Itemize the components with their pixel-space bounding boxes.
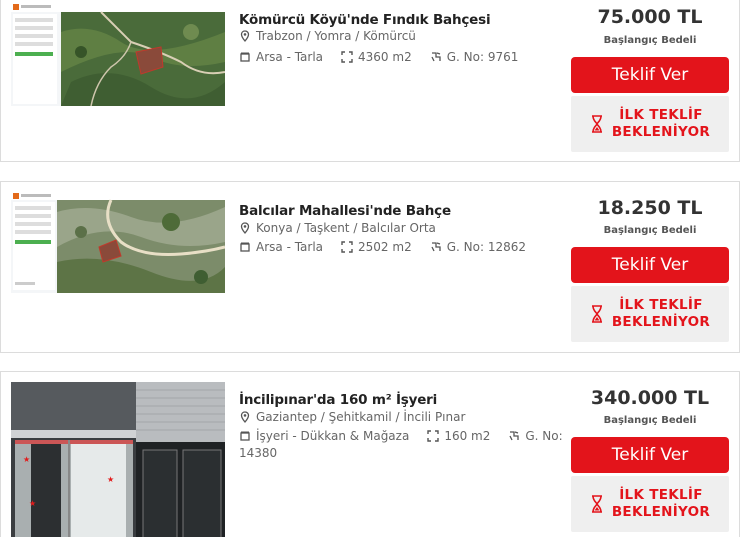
status-line-2: BEKLENİYOR — [611, 504, 711, 520]
status-text: İLK TEKLİF BEKLENİYOR — [612, 487, 710, 521]
listing-details: Arsa - Tarla 4360 m2 G. No: 9761 — [239, 50, 518, 64]
hourglass-icon — [591, 495, 602, 513]
building-icon — [240, 242, 250, 252]
status-line-2: BEKLENİYOR — [611, 314, 711, 330]
bid-button[interactable]: Teklif Ver — [571, 57, 729, 93]
listing-area: 160 m2 — [444, 429, 491, 443]
listing-title[interactable]: Balcılar Mahallesi'nde Bahçe — [239, 203, 451, 219]
status-line-2: BEKLENİYOR — [611, 124, 711, 140]
listing-price: 18.250 TL — [597, 197, 703, 219]
listing-title[interactable]: İncilipınar'da 160 m² İşyeri — [239, 392, 437, 408]
listing-type: Arsa - Tarla — [256, 240, 324, 254]
listing-location-text: Gaziantep / Şehitkamil / İncili Pınar — [256, 410, 466, 424]
listing-parcel-number-value: 14380 — [239, 446, 278, 460]
parcel-icon — [509, 431, 520, 441]
listing-details: İşyeri - Dükkan & Mağaza 160 m2 G. No: — [239, 429, 563, 443]
status-text: İLK TEKLİF BEKLENİYOR — [612, 297, 710, 331]
satellite-map-image — [11, 2, 225, 106]
listing-type: İşyeri - Dükkan & Mağaza — [256, 429, 410, 443]
status-text: İLK TEKLİF BEKLENİYOR — [612, 107, 710, 141]
map-pin-icon — [240, 30, 250, 42]
listing-location: Trabzon / Yomra / Kömürcü — [239, 29, 416, 43]
svg-text:★: ★ — [23, 455, 30, 464]
listing-location-text: Trabzon / Yomra / Kömürcü — [256, 29, 416, 43]
listing-card[interactable]: ★ ★ ★ İncilipınar'da 160 m² İşyeri Gazia… — [0, 371, 740, 537]
bid-button[interactable]: Teklif Ver — [571, 437, 729, 473]
map-pin-icon — [240, 411, 250, 423]
listing-thumbnail-map[interactable] — [11, 2, 225, 106]
status-line-1: İLK TEKLİF — [619, 107, 703, 123]
status-box: İLK TEKLİF BEKLENİYOR — [571, 96, 729, 152]
listing-price-label: Başlangıç Bedeli — [603, 225, 697, 236]
area-icon — [341, 51, 353, 63]
svg-text:★: ★ — [29, 499, 36, 508]
listing-card[interactable]: Kömürcü Köyü'nde Fındık Bahçesi Trabzon … — [0, 0, 740, 162]
listing-location-text: Konya / Taşkent / Balcılar Orta — [256, 221, 436, 235]
status-box: İLK TEKLİF BEKLENİYOR — [571, 476, 729, 532]
building-icon — [240, 431, 250, 441]
parcel-icon — [431, 242, 441, 252]
shopfront-photo: ★ ★ ★ — [11, 382, 225, 537]
hourglass-icon — [591, 305, 602, 323]
status-line-1: İLK TEKLİF — [619, 487, 703, 503]
listing-area: 2502 m2 — [358, 240, 412, 254]
listing-price: 340.000 TL — [590, 387, 710, 409]
map-pin-icon — [240, 222, 250, 234]
hourglass-icon — [591, 115, 602, 133]
listing-price-label: Başlangıç Bedeli — [603, 415, 697, 426]
satellite-map-image — [11, 192, 225, 293]
listing-thumbnail-photo[interactable]: ★ ★ ★ — [11, 382, 225, 537]
bid-button[interactable]: Teklif Ver — [571, 247, 729, 283]
parcel-icon — [431, 52, 441, 62]
listing-area: 4360 m2 — [358, 50, 412, 64]
status-line-1: İLK TEKLİF — [619, 297, 703, 313]
area-icon — [341, 241, 353, 253]
listing-title[interactable]: Kömürcü Köyü'nde Fındık Bahçesi — [239, 12, 491, 28]
listing-price-label: Başlangıç Bedeli — [603, 35, 697, 46]
building-icon — [240, 52, 250, 62]
status-box: İLK TEKLİF BEKLENİYOR — [571, 286, 729, 342]
listing-parcel-number: G. No: — [525, 429, 563, 443]
listing-location: Gaziantep / Şehitkamil / İncili Pınar — [239, 410, 465, 424]
listing-parcel-number: G. No: 9761 — [446, 50, 519, 64]
listing-location: Konya / Taşkent / Balcılar Orta — [239, 221, 436, 235]
listing-parcel-number: G. No: 12862 — [446, 240, 526, 254]
listing-parcel-number-wrap: 14380 — [239, 446, 277, 460]
listing-thumbnail-map[interactable] — [11, 192, 225, 293]
listing-details: Arsa - Tarla 2502 m2 G. No: 12862 — [239, 240, 526, 254]
svg-text:★: ★ — [107, 475, 114, 484]
area-icon — [427, 430, 440, 442]
listing-price: 75.000 TL — [597, 6, 703, 28]
listing-type: Arsa - Tarla — [256, 50, 324, 64]
listing-card[interactable]: Balcılar Mahallesi'nde Bahçe Konya / Taş… — [0, 181, 740, 353]
